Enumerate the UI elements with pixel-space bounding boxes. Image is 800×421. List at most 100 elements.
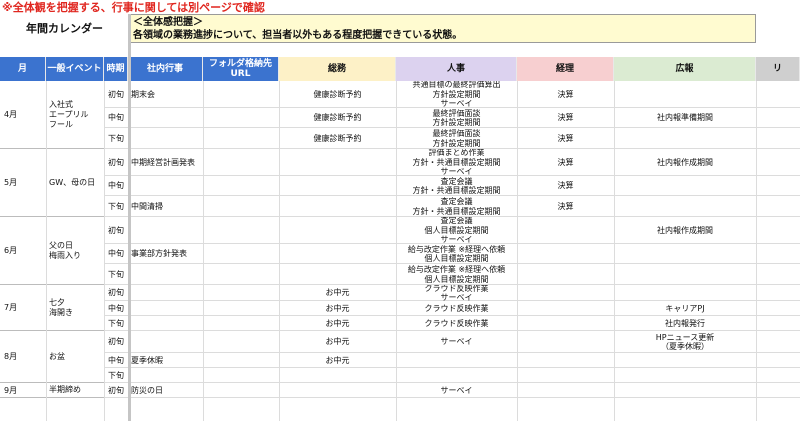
cell-kouhou[interactable]: [614, 368, 756, 383]
cell-shanai[interactable]: [128, 108, 203, 128]
cell-jinji[interactable]: 査定会議 方針・共通目標設定期間: [396, 176, 517, 196]
col-header-folder[interactable]: フォルダ格納先 URL: [203, 57, 279, 81]
col-header-jinji[interactable]: 人事: [396, 57, 517, 81]
cell-general-event[interactable]: GW、母の日: [46, 149, 104, 217]
cell-jinji[interactable]: 査定会議 方針・共通目標設定期間: [396, 196, 517, 217]
cell-shanai[interactable]: [128, 316, 203, 331]
cell-folder[interactable]: [203, 285, 279, 301]
cell-shanai[interactable]: [128, 331, 203, 353]
cell-kouhou[interactable]: [614, 128, 756, 149]
cell-kouhou[interactable]: [614, 244, 756, 264]
cell-keiri[interactable]: 決算: [517, 108, 614, 128]
cell-keiri[interactable]: [517, 331, 614, 353]
cell-jinji[interactable]: 給与改定作業 ※経理へ依頼 個人目標設定期間: [396, 244, 517, 264]
cell-keiri[interactable]: 決算: [517, 128, 614, 149]
cell-ri[interactable]: [756, 368, 800, 383]
cell-kouhou[interactable]: HPニュース更新 （夏季休暇）: [614, 331, 756, 353]
cell-soumu[interactable]: [279, 244, 396, 264]
cell-period[interactable]: 初旬: [104, 149, 128, 176]
cell-month[interactable]: 7月: [0, 285, 46, 331]
cell-ri[interactable]: [756, 128, 800, 149]
cell-jinji[interactable]: 共通目標の最終評価算出 方針設定期間 サーベイ: [396, 81, 517, 108]
cell-general-event[interactable]: 七夕 海開き: [46, 285, 104, 331]
cell-ri[interactable]: [756, 285, 800, 301]
cell-period[interactable]: 初旬: [104, 331, 128, 353]
cell-shanai[interactable]: [128, 368, 203, 383]
cell-period[interactable]: 中旬: [104, 301, 128, 316]
cell-soumu[interactable]: 健康診断予約: [279, 81, 396, 108]
cell-kouhou[interactable]: [614, 383, 756, 398]
cell-kouhou[interactable]: [614, 353, 756, 368]
cell-jinji[interactable]: [396, 368, 517, 383]
cell-jinji[interactable]: 評価まとめ作業 方針・共通目標設定期間 サーベイ: [396, 149, 517, 176]
cell-general-event[interactable]: 父の日 梅雨入り: [46, 217, 104, 285]
cell-keiri[interactable]: [517, 368, 614, 383]
cell-folder[interactable]: [203, 383, 279, 398]
cell-soumu[interactable]: [279, 264, 396, 285]
cell-jinji[interactable]: 査定会議 個人目標設定期間 サーベイ: [396, 217, 517, 244]
cell-shanai[interactable]: [128, 285, 203, 301]
cell-jinji[interactable]: クラウド反映作業 サーベイ: [396, 285, 517, 301]
cell-ri[interactable]: [756, 176, 800, 196]
cell-ri[interactable]: [756, 217, 800, 244]
cell-shanai[interactable]: 中間清掃: [128, 196, 203, 217]
cell-shanai[interactable]: [128, 301, 203, 316]
cell-soumu[interactable]: [279, 149, 396, 176]
cell-period[interactable]: 下旬: [104, 264, 128, 285]
cell-kouhou[interactable]: [614, 176, 756, 196]
cell-jinji[interactable]: 最終評価面談 方針設定期間: [396, 128, 517, 149]
cell-keiri[interactable]: [517, 353, 614, 368]
cell-kouhou[interactable]: [614, 196, 756, 217]
cell-kouhou[interactable]: 社内報発行: [614, 316, 756, 331]
cell-kouhou[interactable]: 社内報作成期間: [614, 149, 756, 176]
cell-ri[interactable]: [756, 244, 800, 264]
cell-shanai[interactable]: [128, 176, 203, 196]
cell-keiri[interactable]: 決算: [517, 81, 614, 108]
cell-ri[interactable]: [756, 264, 800, 285]
col-header-kouhou[interactable]: 広報: [614, 57, 756, 81]
cell-general-event[interactable]: 入社式 エープリル フール: [46, 81, 104, 149]
cell-ri[interactable]: [756, 353, 800, 368]
col-header-soumu[interactable]: 総務: [279, 57, 396, 81]
cell-jinji[interactable]: 給与改定作業 ※経理へ依頼 個人目標設定期間: [396, 264, 517, 285]
cell-period[interactable]: 初旬: [104, 81, 128, 108]
cell-keiri[interactable]: [517, 301, 614, 316]
cell-folder[interactable]: [203, 353, 279, 368]
cell-period[interactable]: 中旬: [104, 353, 128, 368]
cell-shanai[interactable]: 事業部方針発表: [128, 244, 203, 264]
cell-soumu[interactable]: 健康診断予約: [279, 128, 396, 149]
cell-period[interactable]: 中旬: [104, 244, 128, 264]
cell-ri[interactable]: [756, 383, 800, 398]
cell-jinji[interactable]: 最終評価面談 方針設定期間: [396, 108, 517, 128]
cell-keiri[interactable]: [517, 316, 614, 331]
cell-kouhou[interactable]: [614, 285, 756, 301]
cell-keiri[interactable]: [517, 383, 614, 398]
cell-keiri[interactable]: 決算: [517, 149, 614, 176]
col-header-keiri[interactable]: 経理: [517, 57, 614, 81]
cell-ri[interactable]: [756, 196, 800, 217]
cell-month[interactable]: 9月: [0, 383, 46, 398]
cell-folder[interactable]: [203, 331, 279, 353]
cell-folder[interactable]: [203, 244, 279, 264]
cell-soumu[interactable]: お中元: [279, 331, 396, 353]
cell-folder[interactable]: [203, 217, 279, 244]
cell-period[interactable]: 初旬: [104, 285, 128, 301]
cell-kouhou[interactable]: [614, 81, 756, 108]
cell-folder[interactable]: [203, 108, 279, 128]
cell-keiri[interactable]: 決算: [517, 176, 614, 196]
cell-soumu[interactable]: [279, 217, 396, 244]
cell-soumu[interactable]: [279, 176, 396, 196]
cell-ri[interactable]: [756, 81, 800, 108]
cell-period[interactable]: 下旬: [104, 196, 128, 217]
cell-shanai[interactable]: 期末会: [128, 81, 203, 108]
cell-soumu[interactable]: [279, 383, 396, 398]
cell-period[interactable]: 中旬: [104, 108, 128, 128]
cell-soumu[interactable]: [279, 368, 396, 383]
cell-soumu[interactable]: 健康診断予約: [279, 108, 396, 128]
cell-shanai[interactable]: [128, 264, 203, 285]
cell-keiri[interactable]: 決算: [517, 196, 614, 217]
cell-ri[interactable]: [756, 149, 800, 176]
cell-general-event[interactable]: 半期締め: [46, 383, 104, 398]
cell-folder[interactable]: [203, 196, 279, 217]
cell-kouhou[interactable]: キャリアPJ: [614, 301, 756, 316]
